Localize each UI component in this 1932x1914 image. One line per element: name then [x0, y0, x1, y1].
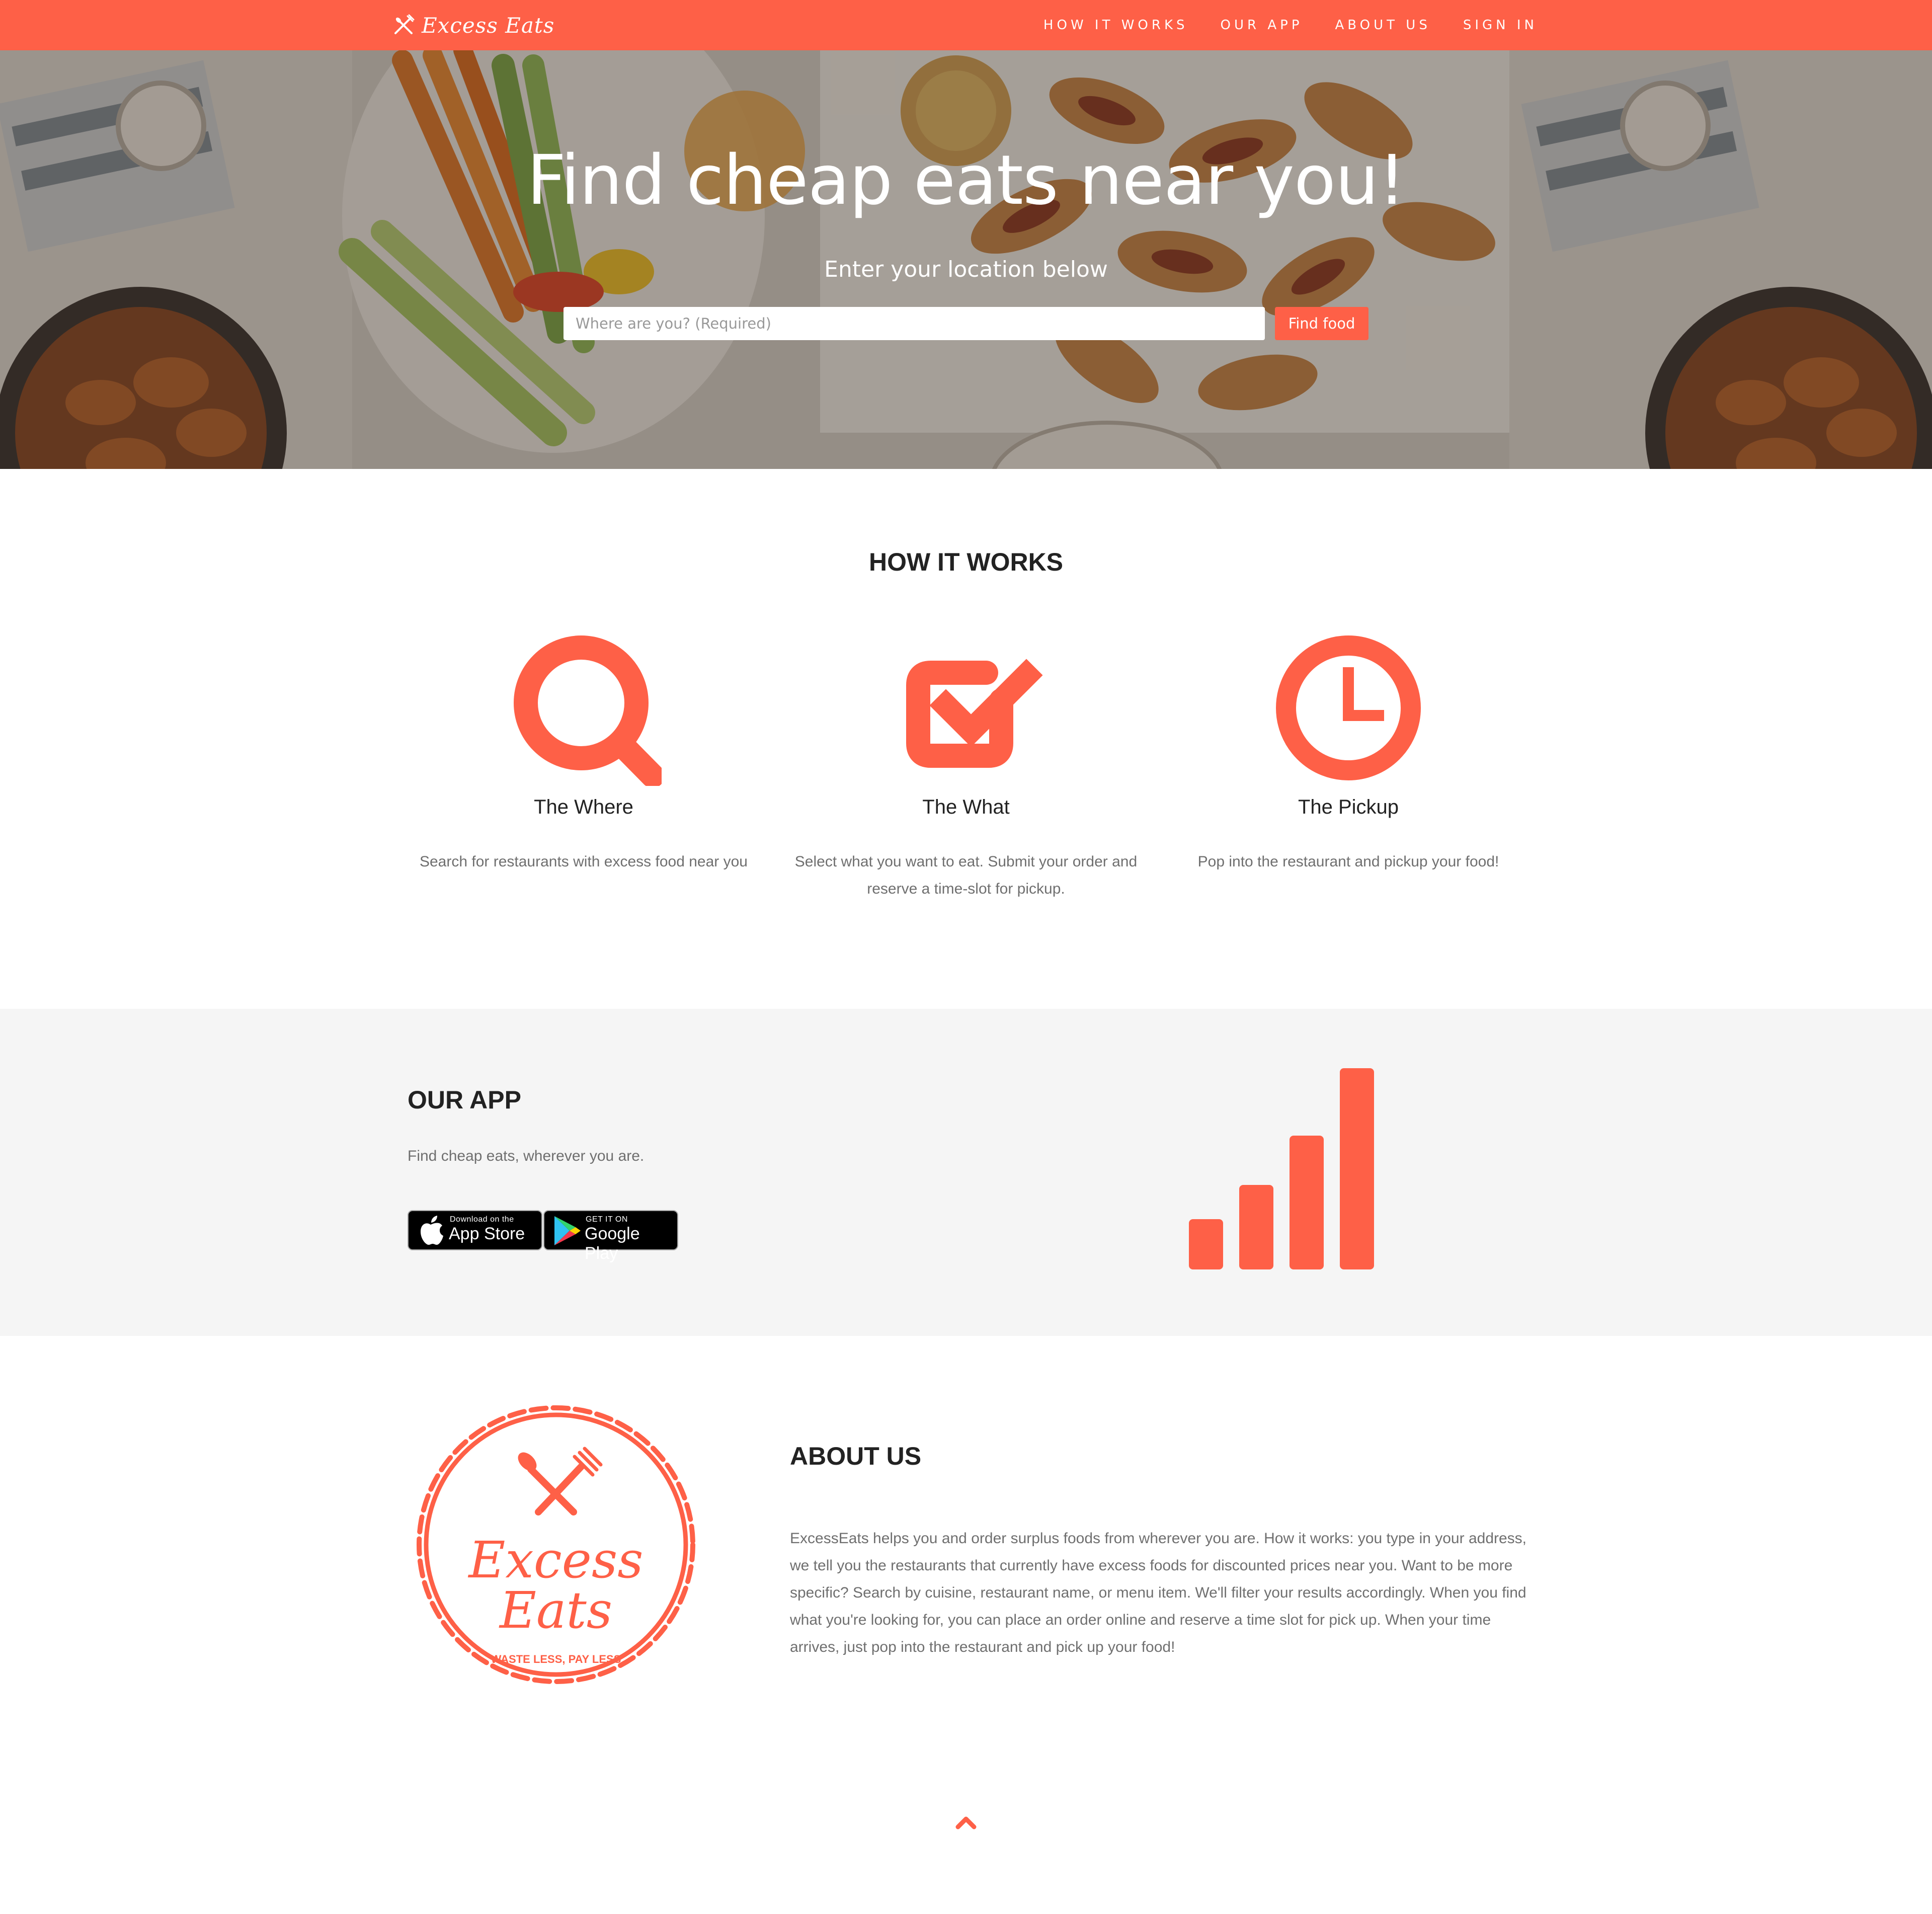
our-app-heading: OUR APP — [408, 1086, 521, 1114]
google-play-badge[interactable]: GET IT ON Google Play — [543, 1210, 678, 1263]
brand-name: Excess Eats — [422, 13, 555, 38]
app-store-small-text: Download on the — [450, 1215, 514, 1224]
our-app-section: OUR APP Find cheap eats, wherever you ar… — [0, 1009, 1932, 1336]
fork-knife-icon — [394, 14, 415, 34]
about-us-heading: ABOUT US — [790, 1442, 922, 1470]
nav-about-us[interactable]: ABOUT US — [1335, 18, 1431, 33]
search-icon — [514, 635, 662, 786]
feature-the-where: The Where Search for restaurants with ex… — [408, 630, 760, 870]
feature-description: Select what you want to eat. Submit your… — [794, 853, 1138, 897]
hero-title: Find cheap eats near you! — [527, 141, 1406, 220]
apple-icon — [421, 1216, 443, 1245]
app-store-badge[interactable]: Download on the App Store — [408, 1210, 542, 1250]
feature-the-pickup: The Pickup Pop into the restaurant and p… — [1172, 630, 1524, 870]
how-it-works-section: HOW IT WORKS The Where Search for restau… — [0, 469, 1932, 1009]
navbar: Excess Eats HOW IT WORKS OUR APP ABOUT U… — [0, 0, 1932, 50]
nav-sign-in[interactable]: SIGN IN — [1463, 18, 1538, 33]
find-food-button[interactable]: Find food — [1275, 307, 1369, 340]
logo-word-eats: Eats — [499, 1581, 612, 1640]
feature-the-what: The What Select what you want to eat. Su… — [790, 630, 1142, 897]
app-store-big-text: App Store — [449, 1224, 525, 1243]
nav-how-it-works[interactable]: HOW IT WORKS — [1043, 18, 1188, 33]
signal-bars-icon — [1189, 1068, 1374, 1269]
feature-title: The Pickup — [1298, 796, 1399, 818]
feature-title: The What — [922, 796, 1010, 818]
nav-our-app[interactable]: OUR APP — [1221, 18, 1303, 33]
feature-title: The Where — [534, 796, 633, 818]
brand-logo[interactable]: Excess Eats — [392, 11, 554, 39]
logo-tagline: WASTE LESS, PAY LESS — [491, 1653, 621, 1665]
about-us-text: ExcessEats helps you and order surplus f… — [790, 1530, 1527, 1655]
location-search-input[interactable] — [564, 307, 1265, 340]
hero-section: Find cheap eats near you! Enter your loc… — [0, 50, 1932, 469]
chevron-up-icon[interactable] — [954, 1814, 978, 1830]
nav-links: HOW IT WORKS OUR APP ABOUT US SIGN IN — [1043, 0, 1538, 50]
hero-subtitle: Enter your location below — [824, 257, 1108, 282]
how-it-works-heading: HOW IT WORKS — [868, 548, 1064, 576]
clock-icon — [1276, 635, 1421, 780]
feature-description: Search for restaurants with excess food … — [419, 853, 748, 870]
google-play-small-text: GET IT ON — [586, 1215, 628, 1224]
feature-description: Pop into the restaurant and pickup your … — [1197, 853, 1499, 870]
google-play-icon — [554, 1216, 581, 1245]
about-us-section: Excess Eats WASTE LESS, PAY LESS ABOUT U… — [0, 1336, 1932, 1914]
checkbox-icon — [906, 659, 1043, 768]
google-play-big-text: Google Play — [585, 1224, 640, 1263]
excess-eats-badge-logo: Excess Eats WASTE LESS, PAY LESS — [417, 1405, 695, 1684]
our-app-text: Find cheap eats, wherever you are. — [408, 1148, 645, 1164]
